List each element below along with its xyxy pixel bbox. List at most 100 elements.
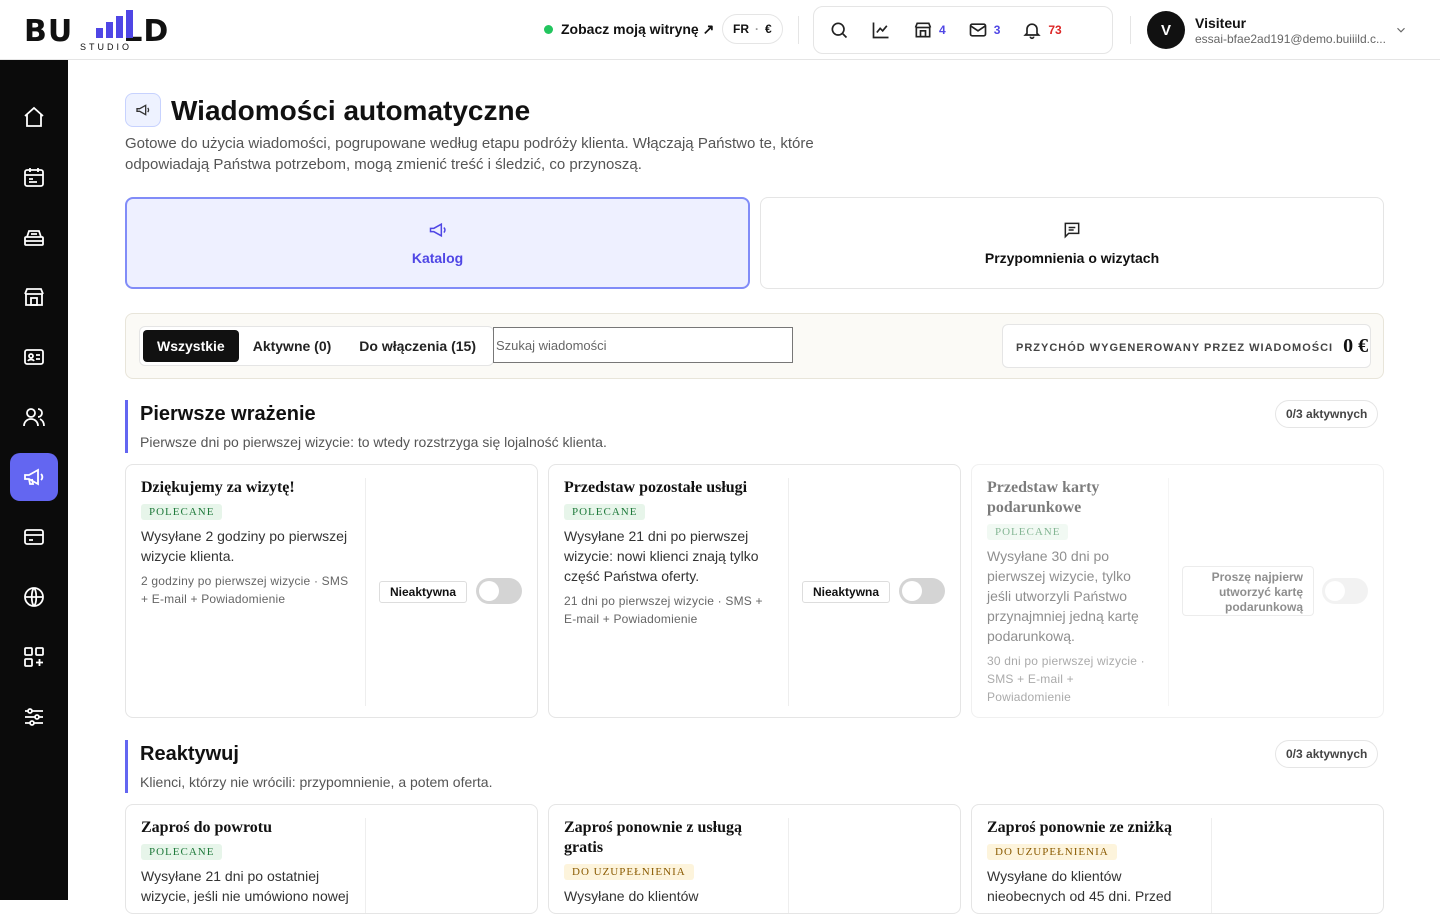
section-accent: [125, 400, 128, 453]
mail-icon: [969, 23, 987, 37]
section-title: Reaktywuj: [140, 743, 239, 765]
card-content: Zaproś ponownie z usługą gratis DO UZUPE…: [564, 818, 774, 906]
shop-count: 4: [939, 23, 946, 37]
enable-toggle[interactable]: [476, 578, 522, 604]
mail-button[interactable]: 3: [968, 20, 1001, 40]
revenue-summary: PRZYCHÓD WYGENEROWANY PRZEZ WIADOMOŚCI 0…: [1002, 324, 1371, 368]
language-label: FR: [733, 22, 749, 36]
store-icon: [914, 22, 932, 38]
users-icon: [23, 408, 45, 427]
view-site-link[interactable]: Zobacz moją witrynę ↗: [544, 21, 714, 38]
language-currency-selector[interactable]: FR · €: [722, 14, 783, 44]
logo[interactable]: BU LD STUDIO: [24, 8, 184, 54]
stats-button[interactable]: [871, 20, 891, 40]
message-card[interactable]: Zaproś ponownie z usługą gratis DO UZUPE…: [548, 804, 961, 914]
status-dot-icon: [544, 25, 553, 34]
megaphone-icon: [136, 104, 150, 116]
message-square-icon: [1064, 222, 1080, 239]
currency-label: €: [765, 22, 772, 36]
status-badge: Nieaktywna: [379, 581, 468, 603]
message-card[interactable]: Przedstaw pozostałe usługi POLECANE Wysy…: [548, 464, 961, 718]
card-meta: 30 dni po pierwszej wizycie · SMS + E-ma…: [987, 654, 1145, 704]
card-description: Wysyłane 30 dni po pierwszej wizycie, ty…: [987, 548, 1139, 644]
message-card[interactable]: Dziękujemy za wizytę! POLECANE Wysyłane …: [125, 464, 538, 718]
sidebar-item-contacts[interactable]: [10, 333, 58, 381]
separator-dot: ·: [755, 22, 759, 36]
card-title: Przedstaw karty podarunkowe: [987, 479, 1100, 516]
logo-bars-icon: [96, 10, 133, 38]
tab-appointment-reminders[interactable]: Przypomnienia o wizytach: [760, 197, 1384, 289]
to-complete-tag: DO UZUPEŁNIENIA: [564, 864, 694, 880]
card-meta: 21 dni po pierwszej wizycie · SMS + E-ma…: [564, 594, 763, 626]
logo-subtitle: STUDIO: [80, 42, 133, 52]
message-card[interactable]: Przedstaw karty podarunkowe POLECANE Wys…: [971, 464, 1384, 718]
tab-catalog[interactable]: Katalog: [125, 197, 750, 289]
sidebar-item-messages[interactable]: [10, 453, 58, 501]
avatar: V: [1147, 11, 1185, 49]
card-description: Wysyłane do klientów nieobecnych od 45 d…: [987, 868, 1172, 904]
card-title: Zaproś ponownie ze zniżką: [987, 819, 1173, 836]
tab-reminders-label: Przypomnienia o wizytach: [984, 250, 1160, 266]
recommended-tag: POLECANE: [987, 524, 1069, 540]
card-title: Przedstaw pozostałe usługi: [564, 479, 748, 496]
megaphone-icon: [429, 222, 446, 238]
to-complete-tag: DO UZUPEŁNIENIA: [987, 844, 1117, 860]
sidebar: [0, 60, 68, 900]
bell-icon: [1023, 23, 1042, 40]
status-badge: Nieaktywna: [802, 581, 891, 603]
sidebar-item-register[interactable]: [10, 213, 58, 261]
card-description: Wysyłane do klientów: [564, 888, 699, 904]
recommended-tag: POLECANE: [141, 844, 223, 860]
top-bar: BU LD STUDIO Zobacz moją witrynę ↗ FR · €…: [0, 0, 1440, 60]
cash-register-icon: [24, 230, 44, 246]
card-meta: 2 godziny po pierwszej wizycie · SMS + E…: [141, 574, 349, 606]
main-content: Wiadomości automatyczne Gotowe do użycia…: [68, 60, 1440, 914]
search-icon: [831, 22, 848, 39]
card-divider: [788, 478, 789, 706]
header-icon-bar: 4 3 73: [813, 6, 1113, 54]
shop-button[interactable]: 4: [913, 20, 946, 40]
filter-all-button[interactable]: Wszystkie: [143, 330, 239, 362]
home-icon: [24, 106, 44, 127]
toggle-knob: [479, 581, 499, 601]
create-gift-card-notice: Proszę najpierw utworzyć kartę podarunko…: [1182, 566, 1314, 616]
store-icon: [24, 288, 44, 306]
filter-bar: Wszystkie Aktywne (0) Do włączenia (15) …: [125, 313, 1384, 379]
sidebar-item-website[interactable]: [10, 573, 58, 621]
card-title: Zaproś ponownie z usługą gratis: [564, 819, 742, 856]
sidebar-item-settings[interactable]: [10, 693, 58, 741]
enable-toggle[interactable]: [899, 578, 945, 604]
revenue-label: PRZYCHÓD WYGENEROWANY PRZEZ WIADOMOŚCI: [1016, 342, 1334, 354]
card-title: Dziękujemy za wizytę!: [141, 479, 295, 496]
mail-count: 3: [993, 23, 1001, 37]
sidebar-item-apps[interactable]: [10, 633, 58, 681]
section-accent: [125, 740, 128, 793]
sidebar-item-home[interactable]: [10, 93, 58, 141]
sidebar-item-clients[interactable]: [10, 393, 58, 441]
notifications-button[interactable]: 73: [1022, 20, 1062, 40]
sidebar-item-gift-cards[interactable]: [10, 513, 58, 561]
section-description: Klienci, którzy nie wrócili: przypomnien…: [140, 774, 493, 790]
page-title: Wiadomości automatyczne: [171, 95, 531, 126]
divider: [798, 16, 799, 44]
megaphone-icon: [24, 468, 44, 486]
filter-to-enable-button[interactable]: Do włączenia (15): [345, 330, 490, 362]
chevron-down-icon[interactable]: [1394, 23, 1408, 37]
revenue-value: 0 €: [1343, 334, 1369, 357]
sidebar-item-calendar[interactable]: [10, 153, 58, 201]
card-description: Wysyłane 2 godziny po pierwszej wizycie …: [141, 528, 348, 564]
section-active-count-badge: 0/3 aktywnych: [1275, 400, 1379, 428]
user-menu[interactable]: V Visiteur essai-bfae2ad191@demo.buiiild…: [1147, 11, 1386, 49]
card-description: Wysyłane 21 dni po ostatniej wizycie, je…: [141, 868, 349, 904]
sidebar-item-shop[interactable]: [10, 273, 58, 321]
search-button[interactable]: [829, 20, 849, 40]
card-content: Przedstaw karty podarunkowe POLECANE Wys…: [987, 478, 1157, 706]
recommended-tag: POLECANE: [141, 504, 223, 520]
user-name: Visiteur: [1195, 14, 1247, 31]
message-card[interactable]: Zaproś do powrotu POLECANE Wysyłane 21 d…: [125, 804, 538, 914]
message-card[interactable]: Zaproś ponownie ze zniżką DO UZUPEŁNIENI…: [971, 804, 1384, 914]
search-input[interactable]: [493, 327, 793, 363]
card-content: Zaproś ponownie ze zniżką DO UZUPEŁNIENI…: [987, 818, 1202, 906]
filter-active-button[interactable]: Aktywne (0): [239, 330, 346, 362]
toggle-knob: [902, 581, 922, 601]
